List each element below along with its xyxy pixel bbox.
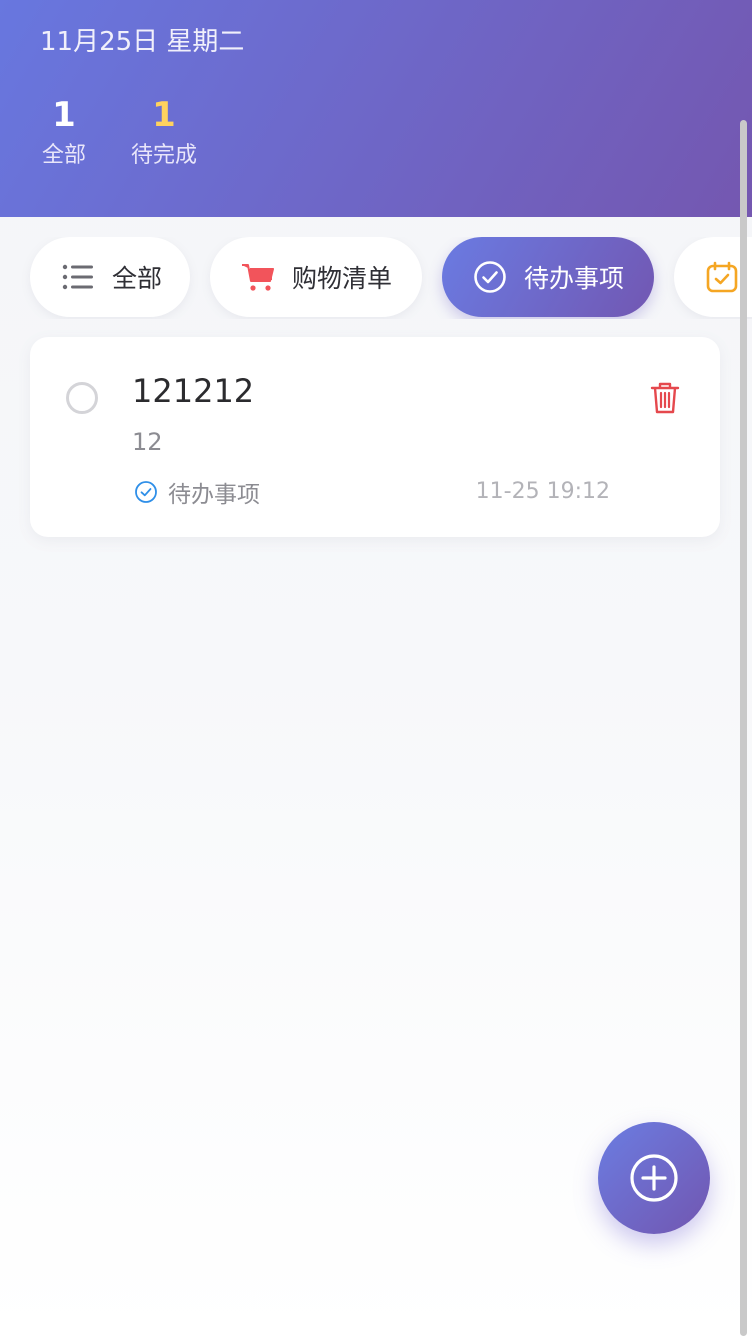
calendar-check-icon [704,259,740,295]
list-icon [60,259,96,295]
stat-pending-count: 1 [152,95,176,135]
item-note: 12 [132,428,163,456]
plus-circle-icon [630,1154,678,1202]
stat-all-count: 1 [52,95,76,135]
tab-todo-label: 待办事项 [524,264,625,293]
app-header: 11月25日 星期二 1 全部 1 待完成 [0,0,752,217]
check-circle-icon [472,259,508,295]
date-label: 11月25日 星期二 [40,27,245,57]
item-category: 待办事项 [134,475,260,509]
tab-shopping-label: 购物清单 [292,264,393,293]
add-item-button[interactable] [598,1122,710,1234]
tab-all-label: 全部 [112,264,163,293]
complete-checkbox[interactable] [66,382,98,414]
cart-icon [240,259,276,295]
tab-all[interactable]: 全部 [30,237,190,317]
category-tabs: 全部 购物清单 待办事项 [0,237,752,319]
scrollbar[interactable] [740,120,747,1336]
item-title: 121212 [132,372,255,410]
stat-pending[interactable]: 1 待完成 [114,92,214,172]
item-timestamp: 11-25 19:12 [475,479,610,504]
stat-pending-label: 待完成 [130,143,197,168]
item-category-label: 待办事项 [168,482,260,508]
tab-todo[interactable]: 待办事项 [442,237,654,317]
stat-all-label: 全部 [41,143,86,168]
stat-all[interactable]: 1 全部 [14,92,114,172]
check-circle-icon [134,480,158,504]
tab-shopping-list[interactable]: 购物清单 [210,237,422,317]
delete-button[interactable] [650,381,680,415]
todo-item-card[interactable]: 121212 12 待办事项 11-25 19:12 [30,337,720,537]
trash-icon [650,382,680,414]
